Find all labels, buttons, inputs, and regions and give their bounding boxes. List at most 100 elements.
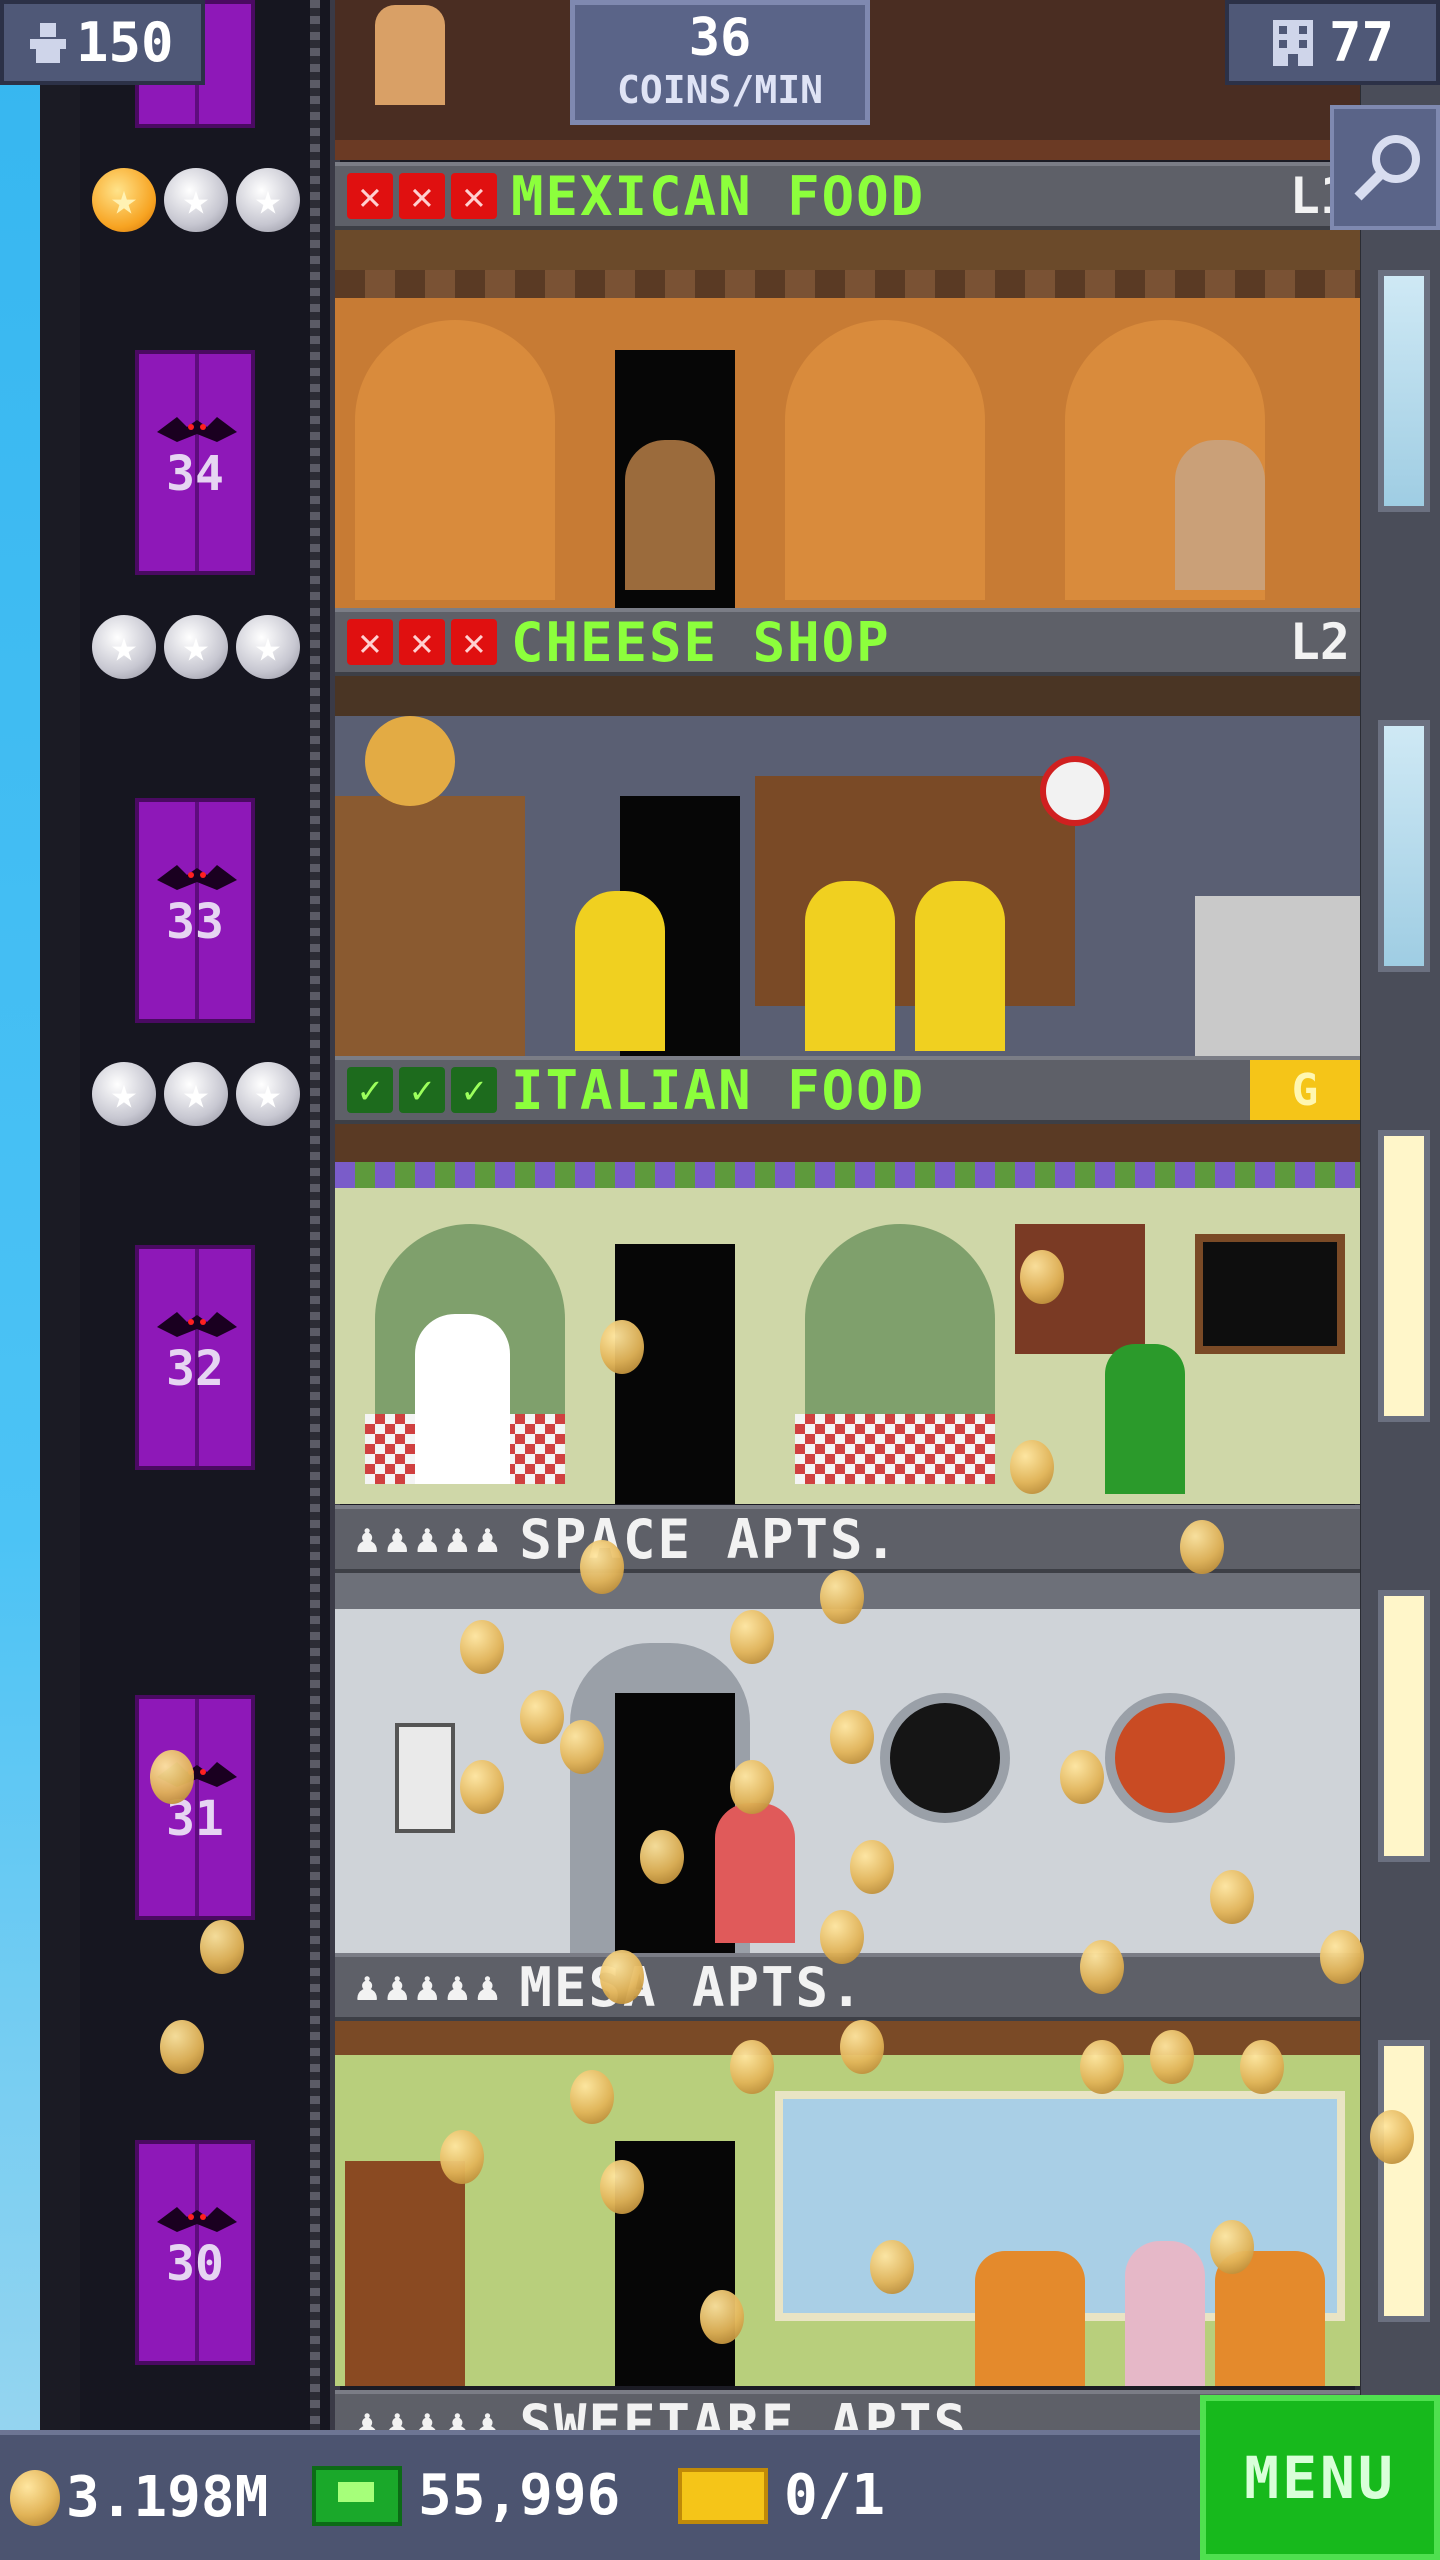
population-value: 150 (76, 11, 174, 74)
coin-icon[interactable] (1370, 2110, 1414, 2164)
bookshelf (345, 2161, 465, 2386)
coin-icon[interactable] (570, 2070, 614, 2124)
coin-icon[interactable] (830, 1710, 874, 1764)
coin-icon[interactable] (440, 2130, 484, 2184)
silver-star-icon: ★ (236, 168, 300, 232)
silver-star-icon: ★ (164, 615, 228, 679)
coin-icon[interactable] (850, 1840, 894, 1894)
coin-icon[interactable] (560, 1720, 604, 1774)
porthole-window (880, 1693, 1010, 1823)
star-rating: ★ ★ ★ (92, 168, 300, 232)
side-window (1378, 270, 1430, 512)
coin-icon[interactable] (200, 1920, 244, 1974)
person-sprite[interactable] (575, 891, 665, 1051)
zoom-button[interactable] (1330, 105, 1440, 230)
coin-icon[interactable] (580, 1540, 624, 1594)
coin-icon[interactable] (1180, 1520, 1224, 1574)
coin-icon[interactable] (700, 2290, 744, 2344)
coin-icon[interactable] (460, 1760, 504, 1814)
coin-icon[interactable] (640, 1830, 684, 1884)
room-mesa-apts[interactable] (335, 2021, 1360, 2386)
floor-level: L2 (1289, 613, 1350, 671)
coin-icon[interactable] (600, 1950, 644, 2004)
coin-icon[interactable] (840, 2020, 884, 2074)
coin-icon[interactable] (460, 1620, 504, 1674)
coin-icon[interactable] (600, 2160, 644, 2214)
floor-banner-cheese-shop[interactable]: ✕ ✕ ✕ CHEESE SHOP L2 (335, 608, 1360, 676)
out-of-stock-icon: ✕ (451, 619, 497, 665)
elevator-car-30[interactable]: 30 (135, 2140, 255, 2365)
elevator-car-31[interactable]: 31 (135, 1695, 255, 1920)
floor-count-value: 77 (1328, 11, 1395, 74)
population-counter[interactable]: 150 (0, 0, 205, 85)
coin-icon[interactable] (730, 1610, 774, 1664)
person-sprite[interactable] (1105, 1344, 1185, 1494)
person-sprite[interactable] (715, 1803, 795, 1943)
coin-icon[interactable] (1020, 1250, 1064, 1304)
room-cheese-shop[interactable] (335, 676, 1360, 1056)
room-italian-food[interactable] (335, 1124, 1360, 1504)
ticket-icon (678, 2467, 768, 2524)
silver-star-icon: ★ (236, 1062, 300, 1126)
coin-icon[interactable] (730, 2040, 774, 2094)
coin-icon[interactable] (820, 1570, 864, 1624)
coin-icon[interactable] (600, 1320, 644, 1374)
coin-icon[interactable] (1150, 2030, 1194, 2084)
in-stock-check-icon: ✓ (347, 1067, 393, 1113)
coin-icon[interactable] (1080, 1940, 1124, 1994)
coin-icon[interactable] (1210, 1870, 1254, 1924)
in-stock-check-icon: ✓ (399, 1067, 445, 1113)
gold-ticket-badge[interactable]: G (1250, 1060, 1360, 1120)
bux-balance[interactable]: 55,996 (312, 2463, 620, 2528)
out-of-stock-icon: ✕ (399, 619, 445, 665)
out-of-stock-icon: ✕ (451, 173, 497, 219)
silver-star-icon: ★ (236, 615, 300, 679)
golden-tickets[interactable]: 0/1 (678, 2463, 885, 2528)
person-sprite[interactable] (625, 440, 715, 590)
person-sprite[interactable] (375, 5, 445, 105)
coin-icon[interactable] (1010, 1440, 1054, 1494)
coin-icon[interactable] (1320, 1930, 1364, 1984)
coins-rate-unit: COINS/MIN (617, 68, 823, 112)
side-window (1378, 1590, 1430, 1862)
bux-value: 55,996 (418, 2463, 621, 2528)
floor-count[interactable]: 77 (1225, 0, 1440, 85)
floor-banner-italian-food[interactable]: ✓ ✓ ✓ ITALIAN FOOD G (335, 1056, 1360, 1124)
menu-board (1195, 1234, 1345, 1354)
chef-sprite[interactable] (415, 1314, 510, 1484)
elevator-car-32[interactable]: 32 (135, 1245, 255, 1470)
coin-icon[interactable] (1210, 2220, 1254, 2274)
out-of-stock-icon: ✕ (347, 619, 393, 665)
coin-icon[interactable] (1060, 1750, 1104, 1804)
coins-per-minute-panel[interactable]: 36 COINS/MIN (570, 0, 870, 125)
person-sprite[interactable] (915, 881, 1005, 1051)
person-sprite[interactable] (1125, 2241, 1205, 2386)
coin-icon[interactable] (730, 1760, 774, 1814)
floor-banner-mexican-food[interactable]: ✕ ✕ ✕ MEXICAN FOOD L1 (335, 162, 1360, 230)
person-sprite[interactable] (805, 881, 895, 1051)
tickets-value: 0/1 (784, 2463, 886, 2528)
coin-icon[interactable] (150, 1750, 194, 1804)
menu-button[interactable]: MENU (1200, 2395, 1440, 2560)
coin-icon[interactable] (870, 2240, 914, 2294)
residents-icons: ♟♟♟♟♟ (355, 1516, 506, 1562)
side-window (1378, 2040, 1430, 2322)
floor-number: 34 (166, 446, 224, 502)
coin-icon (10, 2469, 60, 2526)
coin-icon[interactable] (1080, 2040, 1124, 2094)
floor-name: MEXICAN FOOD (511, 164, 926, 228)
person-sprite[interactable] (1175, 440, 1265, 590)
coin-icon[interactable] (160, 2020, 204, 2074)
silver-star-icon: ★ (164, 1062, 228, 1126)
elevator-car-34[interactable]: 34 (135, 350, 255, 575)
coins-balance[interactable]: 3.198M (10, 2465, 268, 2530)
porthole-window (1105, 1693, 1235, 1823)
floor-banner-mesa-apts[interactable]: ♟♟♟♟♟ MESA APTS. (335, 1953, 1360, 2021)
coin-icon[interactable] (520, 1690, 564, 1744)
armchair (975, 2251, 1085, 2386)
elevator-cable (310, 0, 320, 2430)
coin-icon[interactable] (1240, 2040, 1284, 2094)
room-mexican-food[interactable] (335, 230, 1360, 608)
elevator-car-33[interactable]: 33 (135, 798, 255, 1023)
coin-icon[interactable] (820, 1910, 864, 1964)
